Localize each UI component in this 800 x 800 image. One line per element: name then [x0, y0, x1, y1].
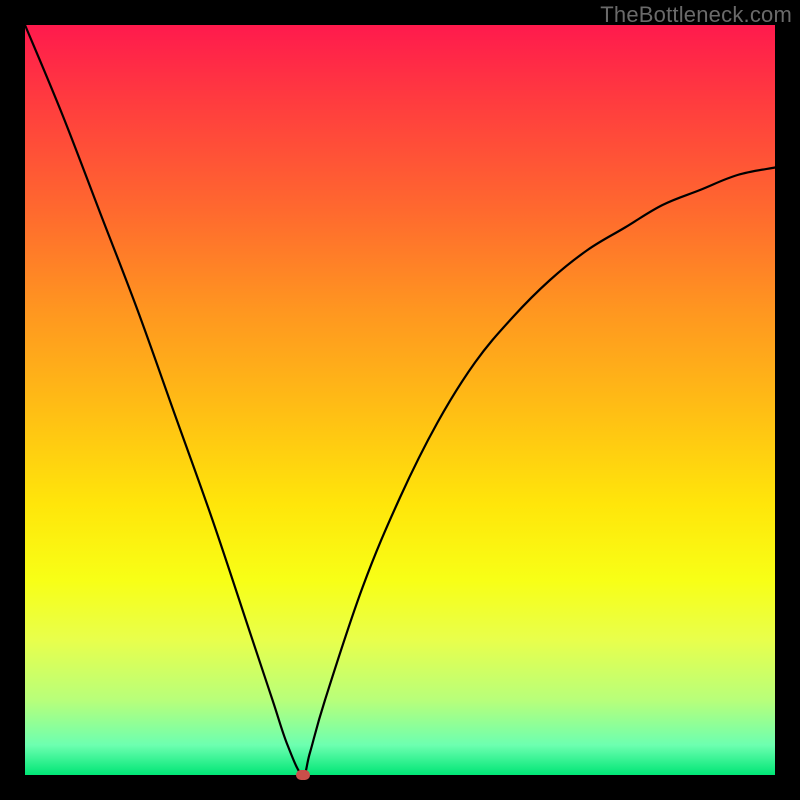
optimum-marker — [296, 770, 310, 780]
watermark-text: TheBottleneck.com — [600, 2, 792, 28]
bottleneck-curve — [25, 25, 775, 775]
chart-frame: TheBottleneck.com — [0, 0, 800, 800]
plot-area — [25, 25, 775, 775]
